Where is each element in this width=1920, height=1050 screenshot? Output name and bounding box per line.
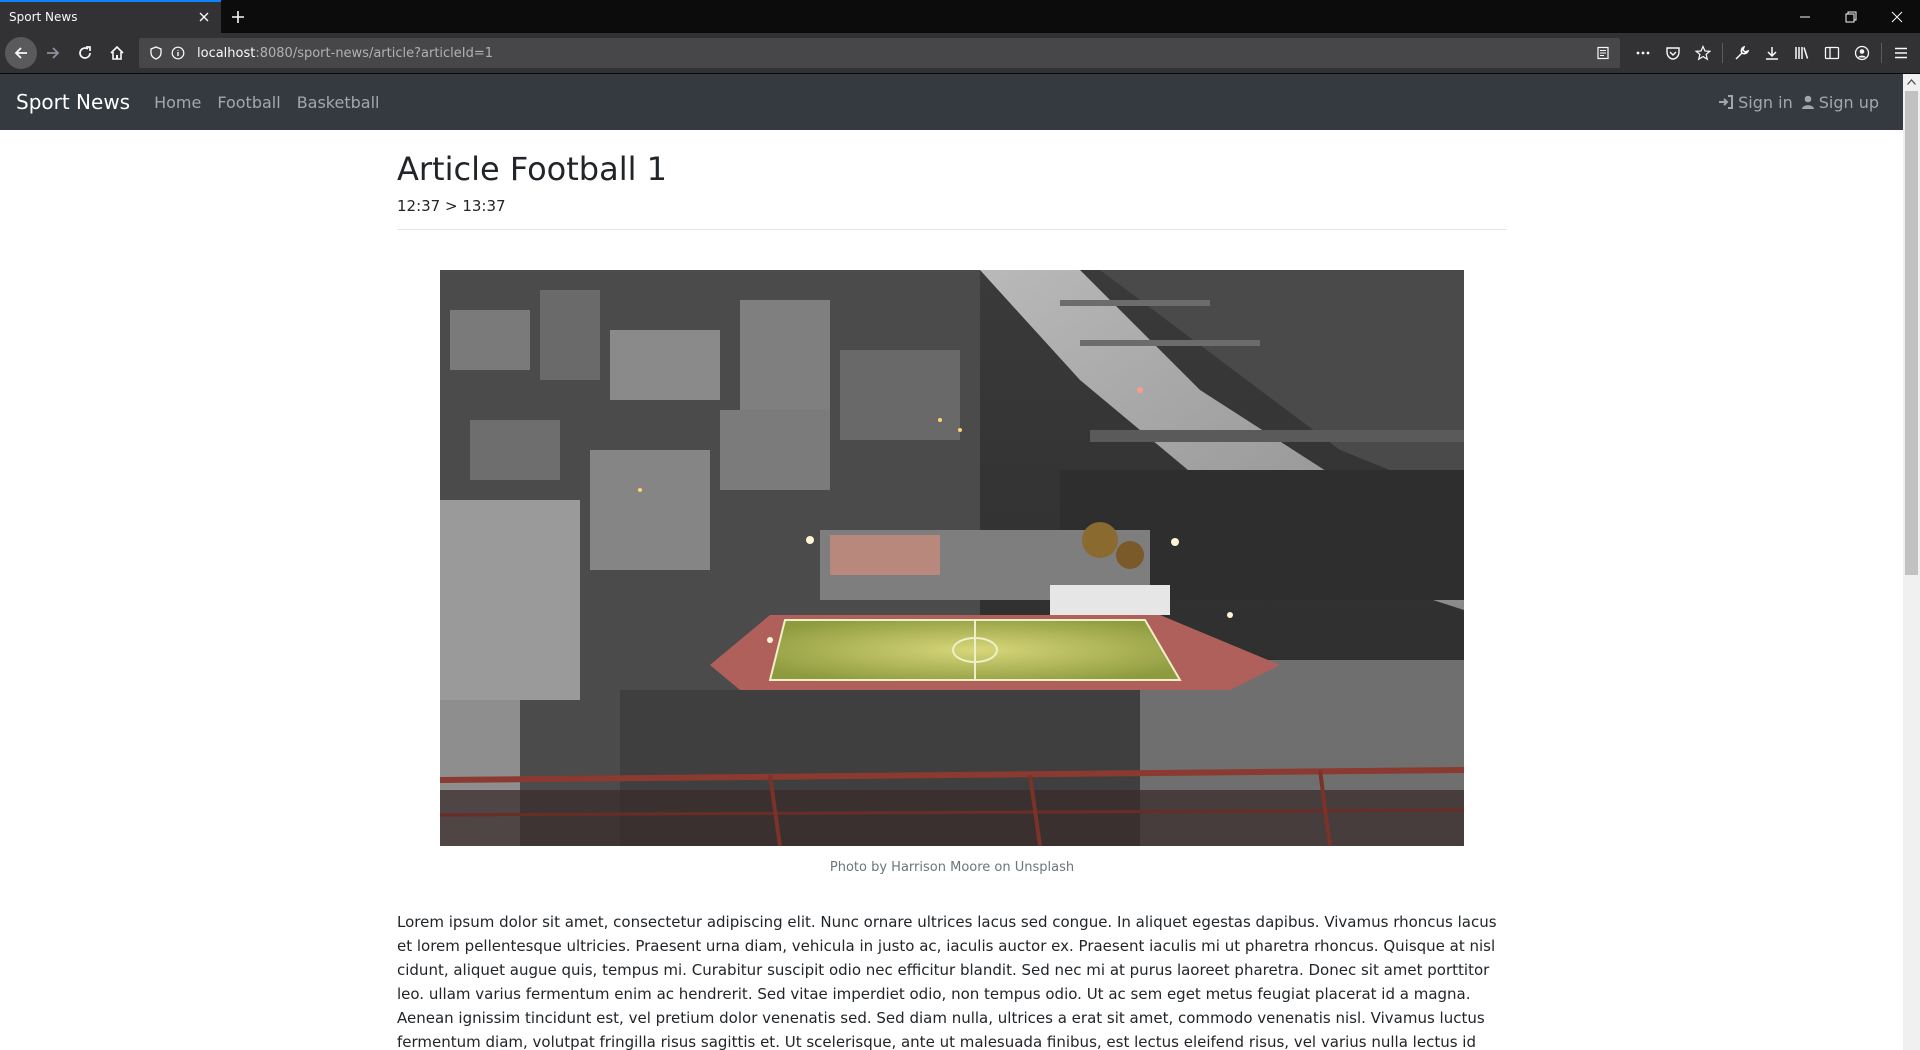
- site-navbar: Sport News Home Football Basketball Sign…: [0, 74, 1903, 130]
- account-icon[interactable]: [1847, 38, 1877, 68]
- article-photo: [440, 270, 1464, 847]
- url-text[interactable]: localhost:8080/sport-news/article?articl…: [197, 46, 1592, 61]
- wrench-icon[interactable]: [1727, 38, 1757, 68]
- article-body: Lorem ipsum dolor sit amet, consectetur …: [397, 913, 1497, 1050]
- pocket-icon[interactable]: [1658, 38, 1688, 68]
- home-icon: [110, 45, 124, 60]
- minimize-icon: [1800, 16, 1810, 17]
- page-viewport: Sport News Home Football Basketball Sign…: [0, 74, 1920, 1050]
- site-brand[interactable]: Sport News: [16, 90, 130, 114]
- scrollbar-thumb[interactable]: [1905, 91, 1918, 575]
- url-bar[interactable]: localhost:8080/sport-news/article?articl…: [139, 38, 1620, 68]
- url-path: :8080/sport-news/article?articleId=1: [255, 45, 494, 61]
- new-tab-button[interactable]: [221, 0, 255, 33]
- forward-button[interactable]: [37, 37, 69, 69]
- sign-in-icon: [1719, 95, 1734, 109]
- sign-in-link[interactable]: Sign in: [1718, 93, 1793, 112]
- tab-close-icon[interactable]: [191, 4, 217, 30]
- user-icon: [1801, 95, 1814, 109]
- toolbar-actions: [1628, 38, 1916, 68]
- article-time: 12:37 > 13:37: [397, 197, 506, 216]
- close-icon: [1891, 11, 1903, 22]
- article-figure: Photo by Harrison Moore on Unsplash: [397, 270, 1507, 875]
- title-divider: [397, 229, 1507, 231]
- sign-up-label: Sign up: [1818, 92, 1879, 112]
- minimize-button[interactable]: [1782, 0, 1828, 33]
- browser-tab[interactable]: Sport News: [0, 0, 221, 33]
- scroll-up-icon[interactable]: [1903, 74, 1920, 89]
- arrow-right-icon: [47, 47, 60, 59]
- window-controls: [1782, 0, 1920, 33]
- reader-view-icon[interactable]: [1592, 42, 1614, 64]
- plus-icon: [232, 10, 244, 23]
- restore-icon: [1845, 11, 1857, 22]
- shield-icon[interactable]: [145, 42, 167, 64]
- back-button[interactable]: [5, 37, 37, 69]
- photo-caption: Photo by Harrison Moore on Unsplash: [829, 860, 1075, 876]
- menu-icon[interactable]: [1886, 38, 1916, 68]
- download-icon[interactable]: [1757, 38, 1787, 68]
- nav-link-home[interactable]: Home: [154, 93, 201, 112]
- more-actions-icon[interactable]: [1628, 38, 1658, 68]
- close-window-button[interactable]: [1874, 0, 1920, 33]
- toolbar-separator: [1722, 43, 1723, 63]
- home-button[interactable]: [101, 37, 133, 69]
- reload-button[interactable]: [69, 37, 101, 69]
- article-title: Article Football 1: [397, 150, 668, 188]
- sign-in-label: Sign in: [1738, 92, 1793, 112]
- sign-up-link[interactable]: Sign up: [1801, 93, 1879, 112]
- sidebar-icon[interactable]: [1817, 38, 1847, 68]
- nav-link-football[interactable]: Football: [217, 93, 280, 112]
- library-icon[interactable]: [1787, 38, 1817, 68]
- nav-link-basketball[interactable]: Basketball: [297, 93, 380, 112]
- reload-icon: [79, 46, 91, 59]
- browser-toolbar: localhost:8080/sport-news/article?articl…: [0, 33, 1920, 74]
- tab-title: Sport News: [9, 9, 78, 24]
- arrow-left-icon: [14, 47, 27, 59]
- bookmark-star-icon[interactable]: [1688, 38, 1718, 68]
- toolbar-separator: [1881, 43, 1882, 63]
- url-host: localhost: [197, 45, 256, 61]
- browser-tab-bar: Sport News: [0, 0, 1920, 33]
- info-icon[interactable]: [167, 42, 189, 64]
- restore-button[interactable]: [1828, 0, 1874, 33]
- article-container: Article Football 1 12:37 > 13:37 Photo b…: [397, 130, 1507, 1050]
- auth-links: Sign in Sign up: [1718, 93, 1887, 112]
- page-scrollbar[interactable]: [1903, 74, 1920, 1050]
